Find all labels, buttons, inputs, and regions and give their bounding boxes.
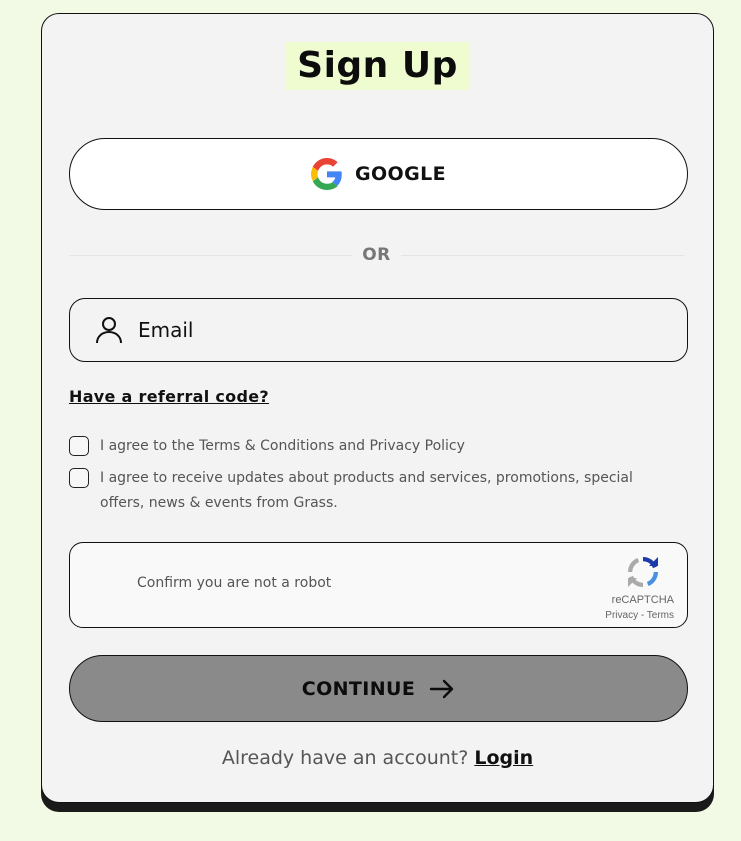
recaptcha-prompt: Confirm you are not a robot (137, 575, 332, 591)
marketing-checkbox[interactable] (69, 468, 89, 488)
recaptcha-widget[interactable]: Confirm you are not a robot reCAPTCHA Pr… (69, 542, 688, 628)
google-logo-icon (311, 158, 342, 190)
signup-card: Sign Up GOOGLE OR Have a referral code? … (41, 13, 714, 803)
continue-button-label: CONTINUE (301, 677, 416, 700)
recaptcha-privacy-terms-links[interactable]: Privacy - Terms (605, 610, 674, 621)
divider-line-right (400, 254, 685, 256)
login-link[interactable]: Login (474, 747, 533, 769)
or-label: OR (362, 245, 391, 265)
continue-button[interactable]: CONTINUE (69, 655, 688, 722)
google-signin-button[interactable]: GOOGLE (69, 138, 688, 210)
login-prompt: Already have an account? Login (42, 747, 713, 769)
marketing-checkbox-label: I agree to receive updates about product… (100, 470, 633, 511)
recaptcha-logo-icon (627, 556, 659, 588)
login-prompt-text: Already have an account? (221, 747, 469, 769)
marketing-checkbox-row[interactable]: I agree to receive updates about product… (69, 466, 669, 516)
referral-code-link[interactable]: Have a referral code? (69, 387, 269, 406)
user-icon (96, 317, 122, 344)
terms-checkbox-row[interactable]: I agree to the Terms & Conditions and Pr… (69, 434, 669, 459)
title-wrap: Sign Up (42, 42, 713, 90)
recaptcha-brand: reCAPTCHA (611, 594, 674, 606)
email-input[interactable] (136, 317, 687, 343)
google-button-label: GOOGLE (355, 163, 446, 185)
email-field[interactable] (69, 298, 688, 362)
divider-line-left (69, 254, 353, 256)
terms-checkbox-label: I agree to the Terms & Conditions and Pr… (100, 438, 465, 454)
or-divider: OR (69, 244, 685, 266)
arrow-right-icon (430, 679, 454, 698)
page-title: Sign Up (285, 42, 470, 90)
terms-checkbox[interactable] (69, 436, 89, 456)
